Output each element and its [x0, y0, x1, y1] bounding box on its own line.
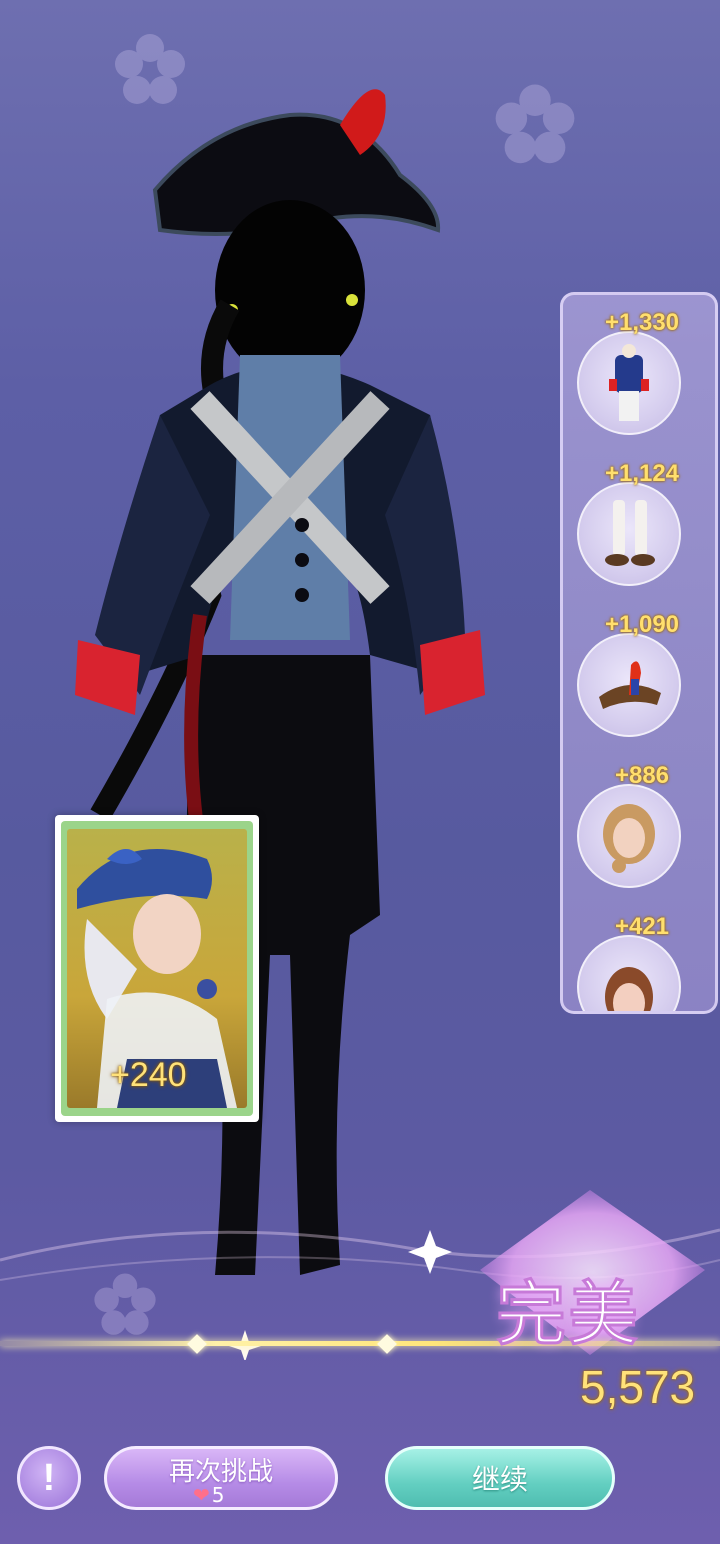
continue-label: 继续 — [471, 1463, 528, 1496]
card-bonus-score: +240 — [110, 1056, 187, 1094]
retry-cost-value: 5 — [211, 1483, 225, 1507]
hair-icon — [603, 804, 655, 873]
items-panel[interactable]: +1,330 +1,124 +1,090 +886 +421 — [560, 292, 718, 1014]
item-score: +421 — [614, 913, 670, 940]
rating-label: 完美 — [495, 1272, 640, 1357]
item-score: +1,330 — [604, 309, 680, 336]
item-face[interactable] — [577, 935, 681, 1011]
item-hat[interactable] — [577, 633, 681, 737]
exclamation-icon: ! — [42, 1456, 56, 1499]
item-score: +1,124 — [604, 460, 680, 487]
outfit-icon — [609, 344, 649, 421]
face-icon — [605, 967, 653, 1011]
heart-icon: ❤ — [193, 1483, 210, 1507]
item-hair[interactable] — [577, 784, 681, 888]
boots-icon — [605, 500, 655, 566]
total-score: 5,573 — [580, 1361, 696, 1413]
hat-icon — [599, 661, 661, 709]
retry-cost: ❤ 5 — [193, 1483, 225, 1507]
item-boots[interactable] — [577, 482, 681, 586]
character-model — [75, 89, 485, 1275]
item-score: +1,090 — [604, 611, 680, 638]
continue-button[interactable]: 继续 — [385, 1446, 615, 1510]
item-score: +886 — [614, 762, 670, 789]
info-button[interactable]: ! — [17, 1446, 81, 1510]
retry-button[interactable]: 再次挑战 ❤ 5 — [104, 1446, 338, 1510]
item-outfit[interactable] — [577, 331, 681, 435]
